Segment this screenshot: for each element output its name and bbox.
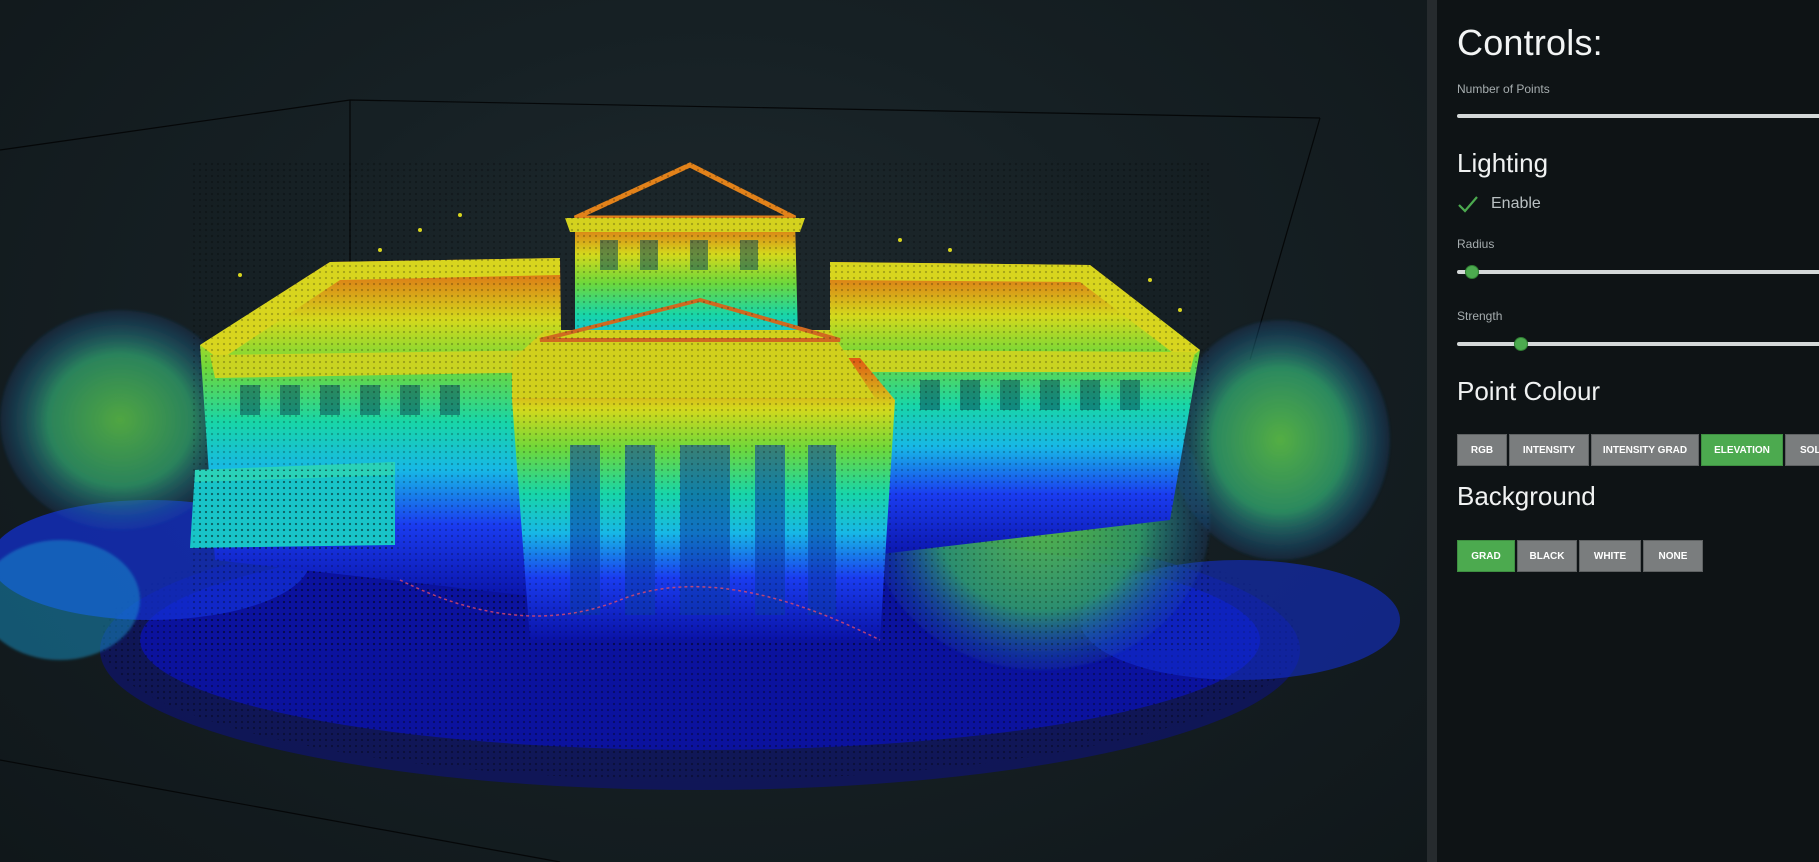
bg-grad-button[interactable]: GRAD [1457,540,1515,572]
background-heading: Background [1457,481,1596,511]
slider-track [1457,270,1819,274]
radius-slider-thumb[interactable] [1464,265,1479,279]
colour-intensity-grad-button[interactable]: INTENSITY GRAD [1591,434,1699,466]
colour-elevation-button[interactable]: ELEVATION [1701,434,1783,466]
colour-intensity-button[interactable]: INTENSITY [1509,434,1589,466]
controls-panel: Controls: Number of Points Lighting Enab… [1437,0,1819,862]
point-colour-buttons: RGB INTENSITY INTENSITY GRAD ELEVATION S… [1457,434,1819,466]
colour-rgb-button[interactable]: RGB [1457,434,1507,466]
radius-label: Radius [1457,237,1495,251]
radius-slider[interactable] [1457,264,1819,280]
strength-slider[interactable] [1457,336,1819,352]
strength-slider-thumb[interactable] [1514,337,1528,351]
lighting-heading: Lighting [1457,148,1549,178]
background-buttons: GRAD BLACK WHITE NONE [1457,540,1705,572]
point-cloud-viewport[interactable] [0,0,1427,862]
num-points-label: Number of Points [1457,82,1550,96]
enable-label: Enable [1491,195,1541,212]
bg-black-button[interactable]: BLACK [1517,540,1577,572]
panel-divider[interactable] [1427,0,1437,862]
point-cloud-render [0,99,1400,862]
point-colour-heading: Point Colour [1457,376,1601,406]
controls-title: Controls: [1457,22,1603,63]
lighting-enable-checkbox[interactable]: Enable [1457,193,1541,215]
building-point-cloud [190,160,1210,650]
slider-track [1457,342,1819,346]
colour-solid-button[interactable]: SOLI [1785,434,1819,466]
checkmark-icon [1457,193,1481,215]
bg-none-button[interactable]: NONE [1643,540,1703,572]
slider-track [1457,114,1819,118]
num-points-slider[interactable] [1457,108,1819,124]
strength-label: Strength [1457,309,1503,323]
bg-white-button[interactable]: WHITE [1579,540,1641,572]
